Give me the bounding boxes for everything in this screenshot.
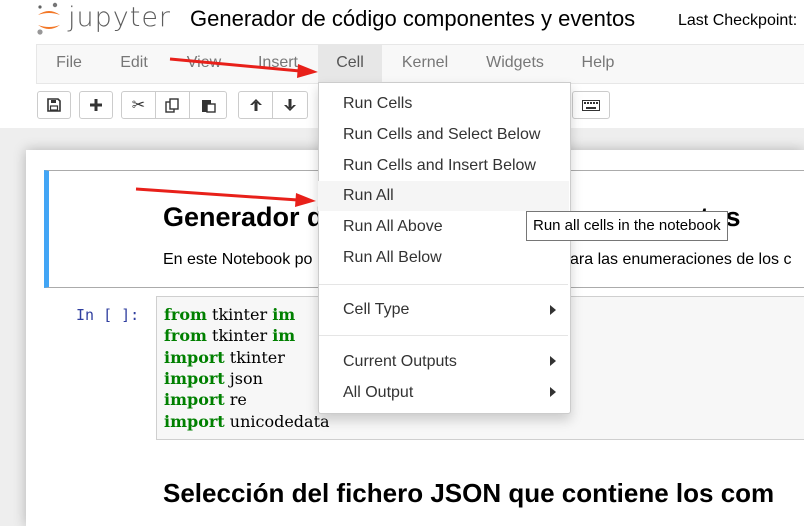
move-down-button[interactable] xyxy=(272,91,308,119)
menu-item-current-outputs[interactable]: Current Outputs xyxy=(318,347,569,377)
submenu-caret-icon xyxy=(550,305,556,315)
code-keyword: im xyxy=(272,305,296,324)
menu-item-run-cells-select-below[interactable]: Run Cells and Select Below xyxy=(318,120,569,150)
code-keyword: from xyxy=(164,305,207,324)
arrow-up-icon xyxy=(250,99,262,111)
code-line: import unicodedata xyxy=(164,412,330,431)
markdown-heading: Generador d xyxy=(163,202,324,232)
save-icon xyxy=(47,98,61,112)
code-text: re xyxy=(224,390,247,409)
menu-insert[interactable]: Insert xyxy=(248,44,308,82)
menu-view[interactable]: View xyxy=(176,44,232,82)
code-line: from tkinter im xyxy=(164,305,295,324)
code-text: unicodedata xyxy=(224,412,330,431)
code-keyword: import xyxy=(164,412,225,431)
menu-edit[interactable]: Edit xyxy=(108,44,160,82)
scissors-icon: ✂ xyxy=(131,97,146,114)
menu-cell[interactable]: Cell xyxy=(318,44,382,82)
keyboard-icon xyxy=(582,99,600,111)
code-keyword: import xyxy=(164,369,225,388)
menu-divider xyxy=(319,284,568,285)
copy-icon xyxy=(165,97,179,113)
code-line: import tkinter xyxy=(164,348,285,367)
plus-icon xyxy=(90,99,102,111)
code-line: import json xyxy=(164,369,263,388)
command-palette-button[interactable] xyxy=(572,91,610,119)
copy-button[interactable] xyxy=(155,91,190,119)
code-text: json xyxy=(224,369,263,388)
code-text: tkinter xyxy=(206,305,273,324)
menu-item-run-all[interactable]: Run All xyxy=(318,181,569,211)
save-button[interactable] xyxy=(37,91,71,119)
menu-item-all-output[interactable]: All Output xyxy=(318,378,569,408)
markdown-paragraph: En este Notebook po xyxy=(163,251,313,268)
code-keyword: im xyxy=(272,326,296,345)
menu-file[interactable]: File xyxy=(40,44,98,82)
arrow-down-icon xyxy=(284,99,296,111)
jupyter-logo-text[interactable]: jupyter xyxy=(68,2,171,33)
code-keyword: import xyxy=(164,348,225,367)
code-line: from tkinter im xyxy=(164,326,295,345)
menu-item-run-cells[interactable]: Run Cells xyxy=(318,89,569,119)
move-up-button[interactable] xyxy=(238,91,274,119)
menu-help[interactable]: Help xyxy=(572,44,624,82)
menu-item-cell-type[interactable]: Cell Type xyxy=(318,295,569,325)
code-text: tkinter xyxy=(224,348,285,367)
code-line: import re xyxy=(164,390,247,409)
code-keyword: from xyxy=(164,326,207,345)
menu-divider xyxy=(319,335,568,336)
checkpoint-status: Last Checkpoint: xyxy=(678,12,798,29)
paste-icon xyxy=(201,99,216,113)
submenu-caret-icon xyxy=(550,387,556,397)
cut-button[interactable]: ✂ xyxy=(121,91,156,119)
code-keyword: import xyxy=(164,390,225,409)
insert-cell-button[interactable] xyxy=(79,91,113,119)
jupyter-logo-icon[interactable] xyxy=(36,2,62,36)
submenu-caret-icon xyxy=(550,356,556,366)
menu-widgets[interactable]: Widgets xyxy=(476,44,554,82)
section-heading: Selección del fichero JSON que contiene … xyxy=(163,478,775,508)
run-all-tooltip: Run all cells in the notebook xyxy=(526,211,728,241)
notebook-title[interactable]: Generador de código componentes y evento… xyxy=(190,6,635,32)
menu-item-run-all-below[interactable]: Run All Below xyxy=(318,243,569,273)
code-text: tkinter xyxy=(206,326,273,345)
menu-item-run-cells-insert-below[interactable]: Run Cells and Insert Below xyxy=(318,151,569,181)
paste-button[interactable] xyxy=(189,91,227,119)
input-prompt: In [ ]: xyxy=(76,306,140,324)
menu-kernel[interactable]: Kernel xyxy=(392,44,458,82)
markdown-paragraph-tail: ara las enumeraciones de los c xyxy=(570,251,792,268)
